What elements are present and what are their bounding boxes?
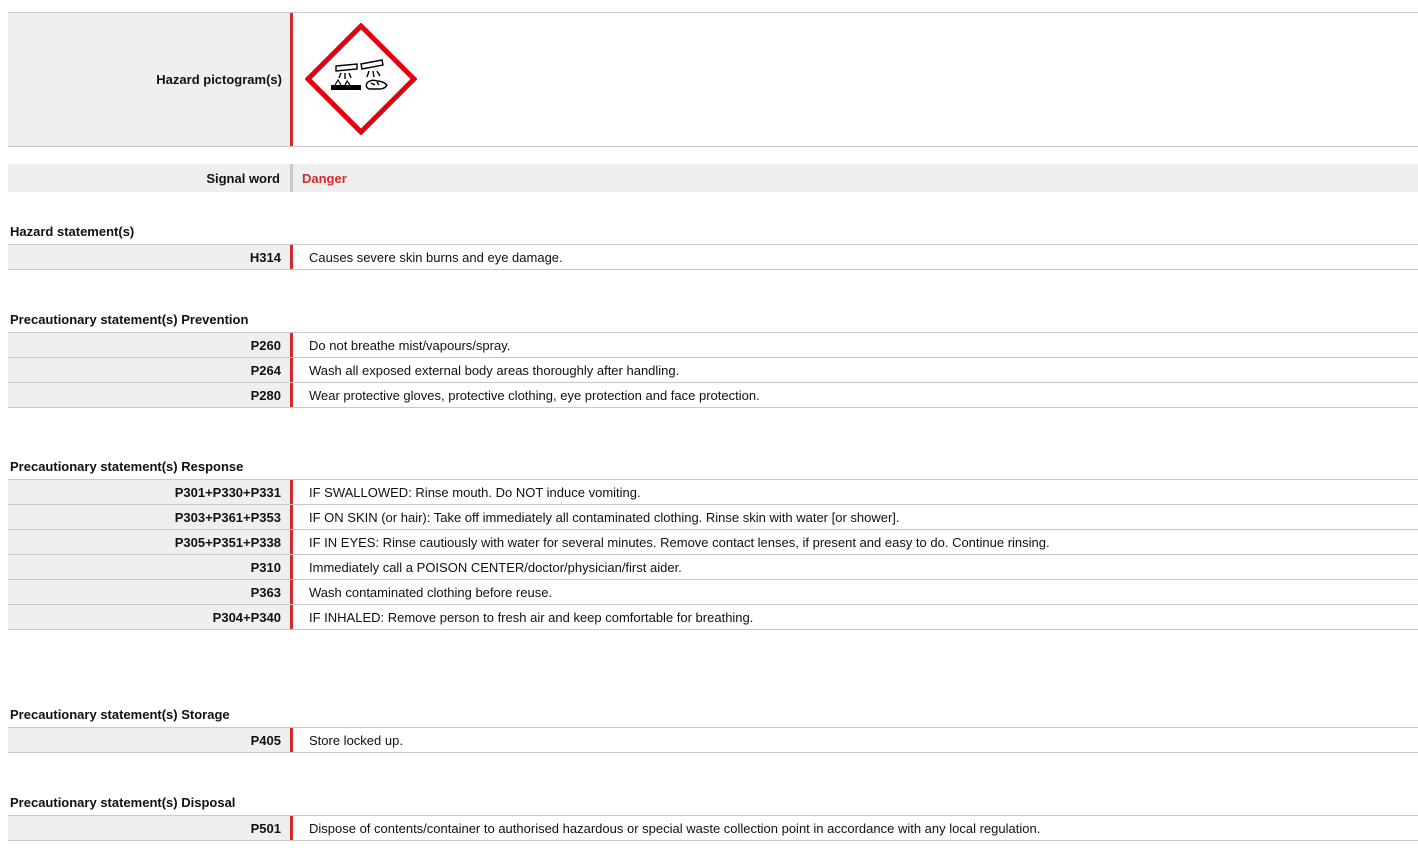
prevention-statements-table: P260 Do not breathe mist/vapours/spray. P2…	[8, 332, 1418, 408]
statement-text: IF ON SKIN (or hair): Take off immediate…	[309, 509, 900, 525]
statement-code: P310	[8, 555, 293, 579]
statement-row: P303+P361+P353 IF ON SKIN (or hair): Take…	[8, 505, 1418, 530]
statement-code: P260	[8, 333, 293, 357]
response-statements-table: P301+P330+P331 IF SWALLOWED: Rinse mouth.…	[8, 479, 1418, 630]
statement-text: Wash contaminated clothing before reuse.	[309, 584, 553, 600]
statement-code: P363	[8, 580, 293, 604]
statement-code: P301+P330+P331	[8, 480, 293, 504]
statement-text: Causes severe skin burns and eye damage.	[309, 249, 563, 265]
statement-row: P501 Dispose of contents/container to aut…	[8, 816, 1418, 841]
statement-code: P280	[8, 383, 293, 407]
statement-text: Dispose of contents/container to authori…	[309, 820, 1041, 836]
statement-code: P405	[8, 728, 293, 752]
response-statements-title: Precautionary statement(s) Response	[10, 459, 244, 474]
statement-text: IF SWALLOWED: Rinse mouth. Do NOT induce…	[309, 484, 641, 500]
storage-statements-title: Precautionary statement(s) Storage	[10, 707, 230, 722]
statement-row: P301+P330+P331 IF SWALLOWED: Rinse mouth.…	[8, 480, 1418, 505]
disposal-statements-table: P501 Dispose of contents/container to aut…	[8, 815, 1418, 841]
statement-code: P264	[8, 358, 293, 382]
storage-statements-table: P405 Store locked up.	[8, 727, 1418, 753]
signal-word-row: Signal word Danger	[8, 164, 1418, 192]
statement-code: P501	[8, 816, 293, 840]
statement-row: P363 Wash contaminated clothing before re…	[8, 580, 1418, 605]
statement-row: H314 Causes severe skin burns and eye dam…	[8, 245, 1418, 270]
statement-code: P304+P340	[8, 605, 293, 629]
hazard-pictogram-row: Hazard pictogram(s)	[8, 12, 1418, 147]
statement-row: P264 Wash all exposed external body areas…	[8, 358, 1418, 383]
statement-text: Immediately call a POISON CENTER/doctor/…	[309, 559, 682, 575]
hazard-statements-title: Hazard statement(s)	[10, 224, 135, 239]
disposal-statements-title: Precautionary statement(s) Disposal	[10, 795, 236, 810]
prevention-statements-title: Precautionary statement(s) Prevention	[10, 312, 249, 327]
statement-row: P305+P351+P338 IF IN EYES: Rinse cautious…	[8, 530, 1418, 555]
statement-code: P303+P361+P353	[8, 505, 293, 529]
statement-text: Wear protective gloves, protective cloth…	[309, 387, 760, 403]
statement-text: Do not breathe mist/vapours/spray.	[309, 337, 511, 353]
statement-row: P310 Immediately call a POISON CENTER/doc…	[8, 555, 1418, 580]
signal-word-value: Danger	[302, 170, 347, 186]
statement-text: IF INHALED: Remove person to fresh air a…	[309, 609, 754, 625]
statement-row: P260 Do not breathe mist/vapours/spray.	[8, 333, 1418, 358]
hazard-pictogram-cell	[293, 13, 1418, 146]
statement-code: H314	[8, 245, 293, 269]
statement-text: IF IN EYES: Rinse cautiously with water …	[309, 534, 1050, 550]
statement-text: Wash all exposed external body areas tho…	[309, 362, 680, 378]
corrosion-pictogram-icon	[305, 23, 417, 135]
statement-row: P280 Wear protective gloves, protective c…	[8, 383, 1418, 408]
signal-word-label: Signal word	[8, 164, 293, 192]
statement-row: P405 Store locked up.	[8, 728, 1418, 753]
hazard-pictogram-label: Hazard pictogram(s)	[8, 13, 293, 146]
statement-code: P305+P351+P338	[8, 530, 293, 554]
statement-row: P304+P340 IF INHALED: Remove person to fr…	[8, 605, 1418, 630]
hazard-statements-table: H314 Causes severe skin burns and eye dam…	[8, 244, 1418, 270]
statement-text: Store locked up.	[309, 732, 403, 748]
